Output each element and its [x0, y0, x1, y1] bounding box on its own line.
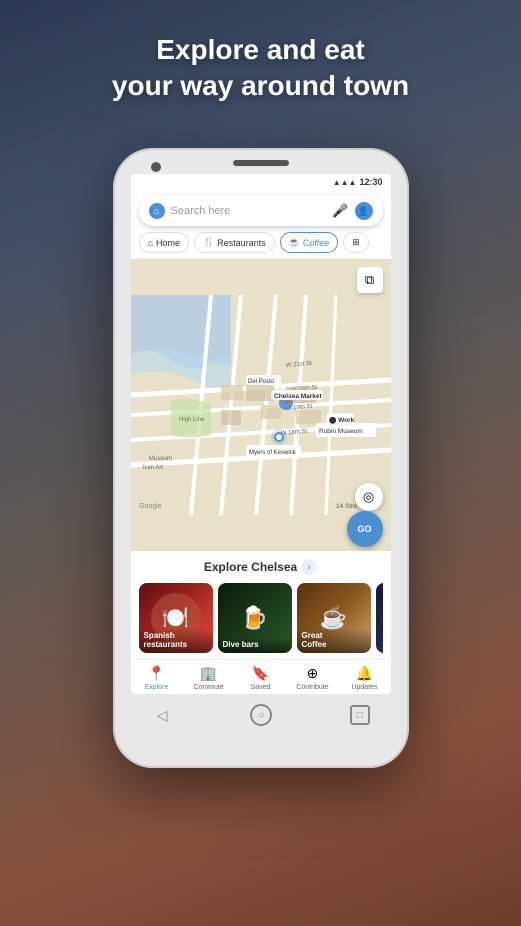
nav-explore[interactable]: 📍 Explore — [131, 665, 183, 691]
phone-shell: ▲▲▲ 12:30 ⌂ Search here 🎤 👤 ⌂ Home 🍴 Res… — [113, 148, 409, 768]
headline: Explore and eat your way around town — [0, 32, 521, 105]
nav-updates[interactable]: 🔔 Updates — [339, 665, 391, 691]
chip-more[interactable]: ⊞ — [343, 232, 369, 253]
explore-title: Explore Chelsea — [204, 560, 297, 574]
bottom-nav: 📍 Explore 🏢 Commute 🔖 Saved ⊕ Contribute… — [131, 659, 391, 694]
map-area[interactable]: W 20th St W 19th St W 18th St W 21st St … — [131, 259, 391, 551]
explore-nav-icon: 📍 — [148, 665, 165, 682]
card-extra-bg — [376, 583, 383, 653]
restaurant-icon: 🍴 — [203, 237, 214, 248]
card-great-coffee[interactable]: ☕ Great Coffee — [297, 583, 371, 653]
chip-home[interactable]: ⌂ Home — [139, 232, 189, 253]
card-spanish-label: Spanish restaurants — [139, 628, 213, 653]
commute-nav-icon: 🏢 — [200, 665, 217, 682]
explore-cards: 🍽️ Spanish restaurants 🍺 — [139, 583, 383, 653]
chip-home-label: Home — [156, 238, 180, 248]
headline-line2: your way around town — [0, 68, 521, 104]
explore-chevron[interactable]: › — [301, 559, 317, 575]
explore-section: Explore Chelsea › 🍽️ Spanish restaurants — [131, 551, 391, 659]
nav-contribute[interactable]: ⊕ Contribute — [287, 665, 339, 691]
nav-saved[interactable]: 🔖 Saved — [235, 665, 287, 691]
svg-text:Museum: Museum — [149, 456, 172, 462]
explore-header: Explore Chelsea › — [139, 559, 383, 575]
phone-top-bar — [113, 148, 409, 174]
card-dive-label: Dive bars — [218, 637, 292, 653]
layers-button[interactable]: ⧉ — [357, 267, 383, 293]
grid-icon: ⊞ — [352, 237, 360, 248]
filter-chips: ⌂ Home 🍴 Restaurants ☕ Coffee ⊞ — [131, 232, 391, 259]
svg-text:📍: 📍 — [283, 399, 292, 408]
updates-nav-icon: 🔔 — [356, 665, 373, 682]
home-icon: ⌂ — [148, 238, 153, 248]
nav-saved-label: Saved — [251, 684, 271, 691]
nav-explore-label: Explore — [145, 684, 169, 691]
location-dot-icon: ⌂ — [149, 203, 165, 219]
status-bar: ▲▲▲ 12:30 — [131, 174, 391, 190]
nav-updates-label: Updates — [351, 684, 377, 691]
svg-text:Chelsea Market: Chelsea Market — [274, 393, 323, 400]
phone-screen: ▲▲▲ 12:30 ⌂ Search here 🎤 👤 ⌂ Home 🍴 Res… — [131, 174, 391, 694]
map-svg: W 20th St W 19th St W 18th St W 21st St … — [131, 259, 391, 551]
svg-text:Google: Google — [139, 503, 162, 510]
search-placeholder: Search here — [171, 205, 327, 217]
coffee-icon: ☕ — [289, 237, 300, 248]
chip-restaurants-label: Restaurants — [217, 238, 266, 248]
go-button[interactable]: GO — [347, 511, 383, 547]
chip-coffee-label: Coffee — [303, 238, 329, 248]
svg-text:Myers of Keswick: Myers of Keswick — [249, 450, 297, 456]
svg-text:Del Posto: Del Posto — [248, 379, 275, 385]
card-coffee-label: Great Coffee — [297, 628, 371, 653]
card-spanish-restaurants[interactable]: 🍽️ Spanish restaurants — [139, 583, 213, 653]
phone-speaker — [233, 160, 289, 166]
search-input[interactable]: ⌂ Search here 🎤 👤 — [139, 196, 383, 226]
saved-nav-icon: 🔖 — [252, 665, 269, 682]
chip-coffee[interactable]: ☕ Coffee — [280, 232, 339, 253]
svg-text:ican Art: ican Art — [143, 465, 163, 471]
status-time: 12:30 — [359, 177, 382, 187]
nav-contribute-label: Contribute — [296, 684, 328, 691]
search-bar-container: ⌂ Search here 🎤 👤 — [131, 190, 391, 232]
back-button[interactable]: ◁ — [151, 704, 173, 726]
my-location-button[interactable]: ◎ — [355, 483, 383, 511]
svg-text:⬤ Work: ⬤ Work — [329, 416, 355, 424]
signal-icon: ▲▲▲ — [333, 178, 357, 187]
phone-hardware-nav: ◁ ○ □ — [113, 694, 409, 740]
nav-commute[interactable]: 🏢 Commute — [183, 665, 235, 691]
headline-line1: Explore and eat — [0, 32, 521, 68]
svg-text:High Line: High Line — [179, 417, 205, 423]
home-button[interactable]: ○ — [250, 704, 272, 726]
contribute-nav-icon: ⊕ — [307, 665, 319, 682]
nav-commute-label: Commute — [193, 684, 223, 691]
phone-camera — [151, 162, 161, 172]
svg-text:14 Stre: 14 Stre — [336, 503, 357, 510]
recents-button[interactable]: □ — [350, 705, 370, 725]
account-icon[interactable]: 👤 — [355, 202, 373, 220]
chip-restaurants[interactable]: 🍴 Restaurants — [194, 232, 275, 253]
microphone-icon[interactable]: 🎤 — [332, 203, 348, 219]
card-dive-bars[interactable]: 🍺 Dive bars — [218, 583, 292, 653]
card-extra[interactable] — [376, 583, 383, 653]
